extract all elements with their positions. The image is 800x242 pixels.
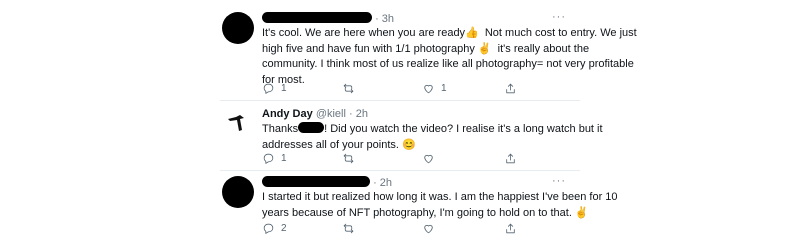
like-button[interactable]: 1 [422,82,447,95]
tweet-header: · 2h [262,176,392,190]
tweet-header: Andy Day @kiell · 2h [262,108,368,120]
share-button[interactable] [504,222,517,235]
divider [220,100,580,101]
redacted-name [262,12,372,23]
avatar[interactable] [222,176,254,208]
like-button[interactable] [422,152,435,165]
tweet-text: I started it but realized how long it wa… [262,191,618,219]
retweet-icon [343,223,354,234]
retweet-button[interactable] [342,222,355,235]
divider [220,170,580,171]
reply-icon [263,223,274,234]
user-handle[interactable]: @kiell [316,108,346,120]
retweet-button[interactable] [342,82,355,95]
reply-icon [263,153,274,164]
like-button[interactable] [422,222,435,235]
reply-button[interactable]: 2 [262,222,287,235]
like-icon [424,154,433,164]
reply-button[interactable]: 1 [262,152,287,165]
avatar[interactable] [226,110,252,136]
redacted-mention [298,122,325,133]
tweet-time[interactable]: 2h [380,177,392,189]
tweet-header: · 3h [262,12,394,26]
tweet-actions: 1 1 [262,82,562,96]
like-icon [424,84,433,94]
reply-button[interactable]: 1 [262,82,287,95]
share-icon [506,83,515,94]
tweet-time[interactable]: 3h [382,13,394,25]
tweet-text: It's cool. We are here when you are read… [262,27,637,86]
reply-icon [263,83,274,94]
retweet-icon [343,153,354,164]
redacted-name [262,176,370,187]
more-icon[interactable]: ··· [552,11,566,23]
display-name[interactable]: Andy Day [262,108,313,120]
retweet-icon [343,83,354,94]
tweet-actions: 1 [262,152,562,166]
share-icon [506,153,515,164]
share-button[interactable] [504,152,517,165]
tweet-time[interactable]: 2h [356,108,368,120]
share-icon [506,223,515,234]
avatar[interactable] [222,12,254,44]
like-icon [424,224,433,234]
more-icon[interactable]: ··· [552,175,566,187]
tweet-actions: 2 [262,222,562,236]
share-button[interactable] [504,82,517,95]
tweet-text: Thanks! Did you watch the video? I reali… [262,122,603,151]
retweet-button[interactable] [342,152,355,165]
